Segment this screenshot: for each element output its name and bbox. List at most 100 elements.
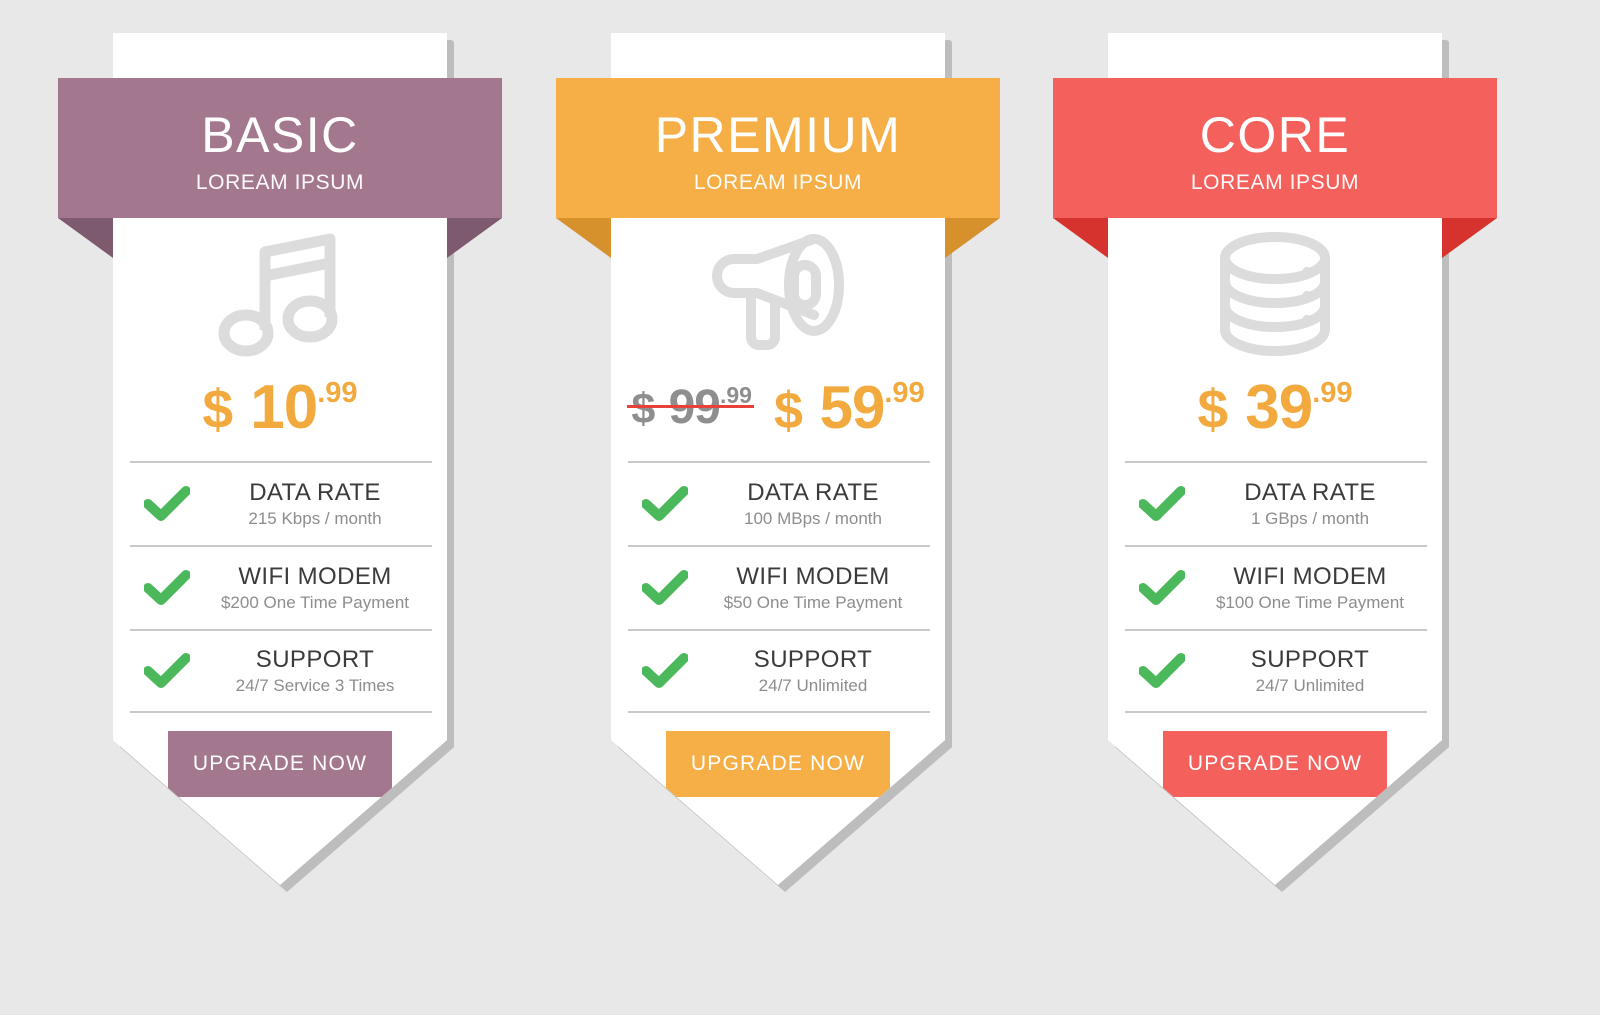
feature-row: WIFI MODEM $100 One Time Payment <box>1125 545 1427 629</box>
check-icon-wrap <box>130 486 204 522</box>
plan-icon <box>1108 229 1442 359</box>
check-icon-wrap <box>1125 486 1199 522</box>
feature-title: DATA RATE <box>1244 478 1376 506</box>
check-icon-wrap <box>130 653 204 689</box>
ribbon-fold-right <box>945 218 1000 258</box>
check-icon-wrap <box>130 570 204 606</box>
feature-row: WIFI MODEM $50 One Time Payment <box>628 545 930 629</box>
check-icon-wrap <box>1125 570 1199 606</box>
feature-row: SUPPORT 24/7 Unlimited <box>628 629 930 713</box>
feature-desc: 24/7 Service 3 Times <box>235 676 395 696</box>
database-icon <box>1220 232 1330 357</box>
plan-subtitle: LOREAM IPSUM <box>1190 171 1360 194</box>
price: $ 39.99 <box>1197 372 1352 443</box>
check-icon-wrap <box>628 570 702 606</box>
feature-text: WIFI MODEM $50 One Time Payment <box>702 564 930 612</box>
check-icon-wrap <box>628 653 702 689</box>
price-row: $ 10.99 <box>113 369 447 445</box>
plan-name: BASIC <box>201 107 359 163</box>
feature-list: DATA RATE 1 GBps / month WIFI MODEM $100 On… <box>1125 461 1427 713</box>
plan-subtitle: LOREAM IPSUM <box>195 171 365 194</box>
ribbon: PREMIUM LOREAM IPSUM <box>556 78 1000 258</box>
check-icon <box>642 570 688 605</box>
ribbon-banner: CORE LOREAM IPSUM <box>1053 78 1497 218</box>
upgrade-now-button[interactable]: UPGRADE NOW <box>1163 731 1387 797</box>
price-amount: 10 <box>234 372 318 442</box>
price-row: $ 99.99 $ 59.99 <box>611 369 945 445</box>
price-amount: 59 <box>803 373 886 441</box>
feature-desc: 24/7 Unlimited <box>758 676 868 696</box>
feature-title: SUPPORT <box>255 645 375 673</box>
check-icon-wrap <box>628 486 702 522</box>
ribbon-fold-right <box>1442 218 1497 258</box>
check-icon <box>1139 486 1185 521</box>
ribbon-fold-left <box>1053 218 1108 258</box>
check-icon <box>144 486 190 521</box>
feature-row: DATA RATE 1 GBps / month <box>1125 461 1427 545</box>
price: $ 10.99 <box>202 372 357 443</box>
feature-text: SUPPORT 24/7 Unlimited <box>702 647 930 695</box>
music-note-icon <box>218 233 338 357</box>
feature-desc: 100 MBps / month <box>744 509 882 529</box>
feature-desc: 215 Kbps / month <box>248 509 382 529</box>
plan-subtitle: LOREAM IPSUM <box>693 171 863 194</box>
feature-list: DATA RATE 100 MBps / month WIFI MODEM $50 O… <box>628 461 930 713</box>
plan-icon <box>611 229 945 359</box>
currency-symbol: $ <box>1197 377 1230 440</box>
feature-text: SUPPORT 24/7 Service 3 Times <box>204 647 432 695</box>
feature-text: WIFI MODEM $200 One Time Payment <box>204 564 432 612</box>
feature-desc: 1 GBps / month <box>1250 509 1370 529</box>
price-cents: .99 <box>317 376 358 409</box>
ribbon-fold-right <box>447 218 502 258</box>
price-row: $ 39.99 <box>1108 369 1442 445</box>
strikethrough-line <box>627 404 754 408</box>
feature-text: DATA RATE 215 Kbps / month <box>204 480 432 528</box>
ribbon: CORE LOREAM IPSUM <box>1053 78 1497 258</box>
plan-icon <box>113 229 447 359</box>
check-icon <box>642 486 688 521</box>
feature-desc: 24/7 Unlimited <box>1255 676 1365 696</box>
feature-desc: $100 One Time Payment <box>1215 593 1405 613</box>
feature-title: WIFI MODEM <box>238 562 392 590</box>
feature-text: WIFI MODEM $100 One Time Payment <box>1199 564 1427 612</box>
feature-row: DATA RATE 215 Kbps / month <box>130 461 432 545</box>
megaphone-icon <box>712 234 844 350</box>
plan-name: CORE <box>1199 107 1351 163</box>
price-cents: .99 <box>884 376 925 409</box>
check-icon-wrap <box>1125 653 1199 689</box>
price-cents: .99 <box>1312 376 1353 409</box>
check-icon <box>144 570 190 605</box>
plan-name: PREMIUM <box>654 107 902 163</box>
feature-text: DATA RATE 1 GBps / month <box>1199 480 1427 528</box>
ribbon-banner: BASIC LOREAM IPSUM <box>58 78 502 218</box>
feature-list: DATA RATE 215 Kbps / month WIFI MODEM $200 … <box>130 461 432 713</box>
feature-title: WIFI MODEM <box>1233 562 1387 590</box>
feature-title: DATA RATE <box>249 478 381 506</box>
upgrade-now-button[interactable]: UPGRADE NOW <box>666 731 890 797</box>
feature-desc: $50 One Time Payment <box>723 593 903 613</box>
check-icon <box>1139 653 1185 688</box>
ribbon-banner: PREMIUM LOREAM IPSUM <box>556 78 1000 218</box>
upgrade-now-button[interactable]: UPGRADE NOW <box>168 731 392 797</box>
feature-row: WIFI MODEM $200 One Time Payment <box>130 545 432 629</box>
old-price: $ 99.99 <box>627 380 754 435</box>
price-cents: .99 <box>720 381 752 408</box>
ribbon-fold-left <box>556 218 611 258</box>
feature-row: DATA RATE 100 MBps / month <box>628 461 930 545</box>
feature-text: DATA RATE 100 MBps / month <box>702 480 930 528</box>
feature-title: DATA RATE <box>747 478 879 506</box>
check-icon <box>642 653 688 688</box>
currency-symbol: $ <box>773 381 804 440</box>
feature-title: WIFI MODEM <box>736 562 890 590</box>
feature-desc: $200 One Time Payment <box>220 593 410 613</box>
ribbon-fold-left <box>58 218 113 258</box>
feature-row: SUPPORT 24/7 Unlimited <box>1125 629 1427 713</box>
feature-title: SUPPORT <box>1250 645 1370 673</box>
price-amount: 39 <box>1229 372 1313 442</box>
pricing-card-core: $ 39.99 DATA RATE 1 GBps / month WIFI MODEM… <box>1053 33 1497 892</box>
check-icon <box>1139 570 1185 605</box>
ribbon: BASIC LOREAM IPSUM <box>58 78 502 258</box>
check-icon <box>144 653 190 688</box>
currency-symbol: $ <box>631 384 657 433</box>
feature-text: SUPPORT 24/7 Unlimited <box>1199 647 1427 695</box>
